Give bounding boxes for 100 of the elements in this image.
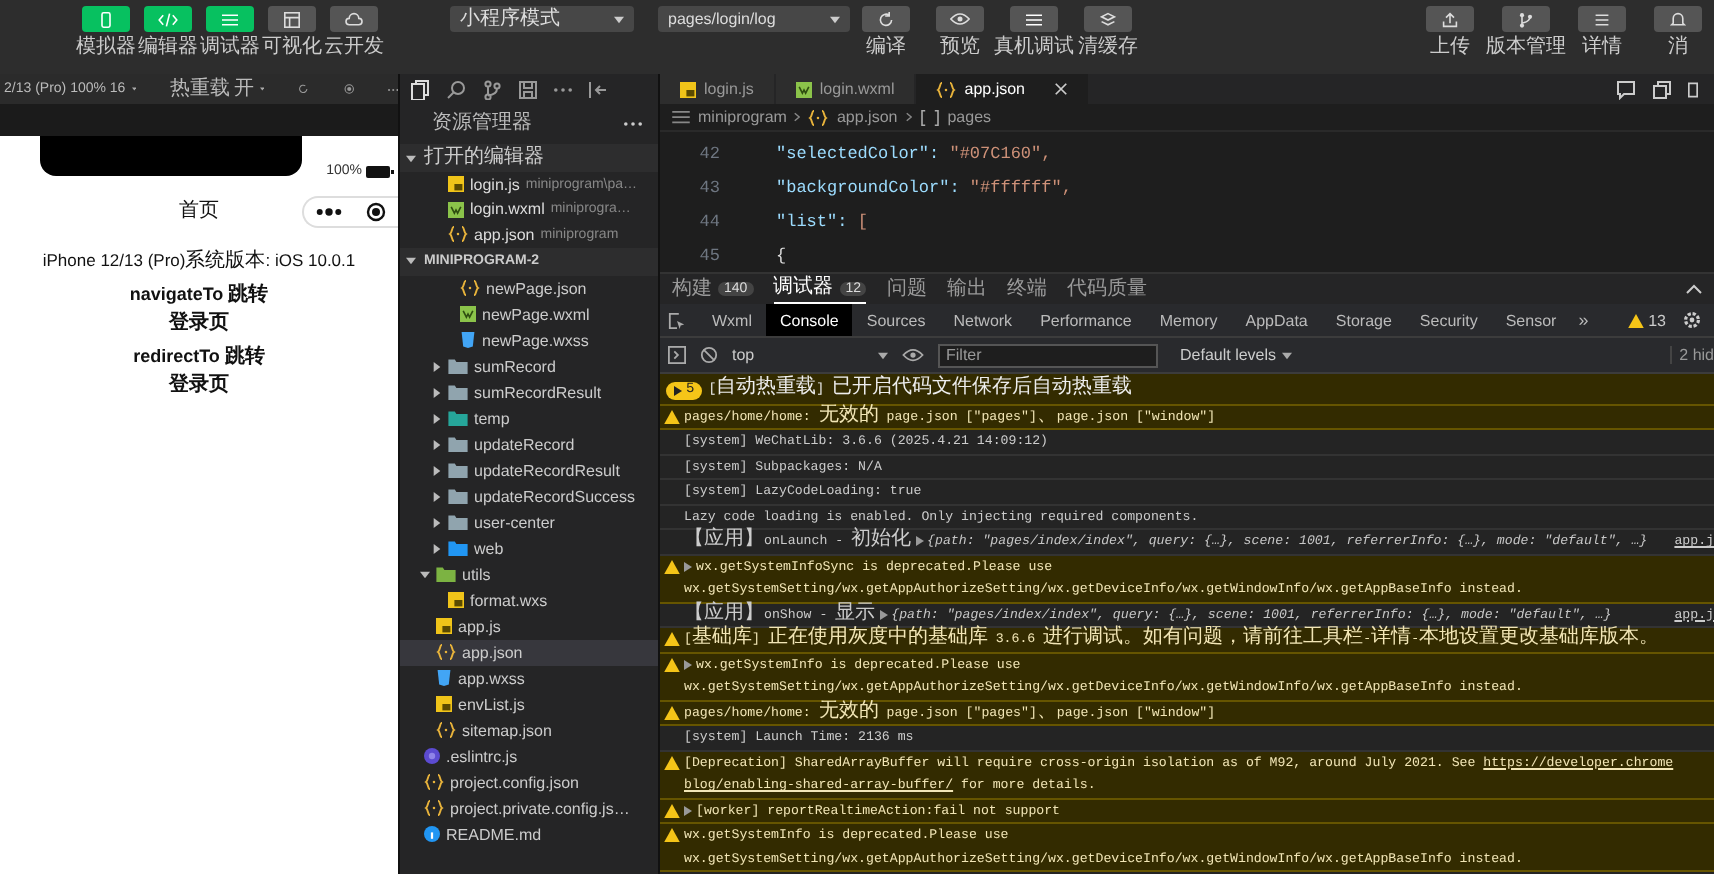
toolbar-button[interactable]: 云开发 [324, 6, 384, 58]
search-icon[interactable] [446, 79, 466, 99]
breadcrumb-item[interactable]: miniprogram [698, 108, 787, 126]
inspect-icon[interactable] [668, 311, 686, 329]
caret-icon[interactable] [432, 387, 442, 397]
devtools-tab[interactable]: AppData [1231, 304, 1322, 336]
file-tree-item[interactable]: app.js [400, 613, 658, 639]
caret-icon[interactable] [432, 361, 442, 371]
file-tree-item[interactable]: updateRecordSuccess [400, 483, 658, 509]
caret-icon[interactable] [420, 569, 430, 579]
expand-arrow-icon[interactable] [915, 536, 924, 547]
file-tree-item[interactable]: temp [400, 405, 658, 431]
caret-icon[interactable] [406, 256, 416, 266]
caret-icon[interactable] [432, 439, 442, 449]
file-name[interactable]: login.js [470, 175, 520, 194]
file-tree-item[interactable]: updateRecord [400, 431, 658, 457]
file-tree-item[interactable]: app.wxss [400, 665, 658, 691]
expand-arrow-icon[interactable] [684, 659, 692, 670]
toolbar-button[interactable]: 清缓存 [1072, 6, 1144, 58]
record-icon[interactable] [343, 80, 354, 98]
file-tree-item[interactable]: sumRecordResult [400, 379, 658, 405]
caret-icon[interactable] [432, 413, 442, 423]
panel-tab[interactable]: 终端 [1006, 274, 1047, 304]
devtools-tab[interactable]: Sources [852, 304, 940, 336]
toolbar-button[interactable]: 消 [1642, 6, 1714, 58]
clear-icon[interactable] [700, 346, 718, 364]
split-editor-icon[interactable] [1688, 79, 1698, 99]
file-tree-item[interactable]: user-center [400, 509, 658, 535]
file-tree-item[interactable]: README.md [400, 821, 658, 847]
toolbar-button[interactable]: 编译 [850, 6, 922, 58]
file-tree-item[interactable]: .eslintrc.js [400, 743, 658, 769]
toolbar-button[interactable]: 详情 [1566, 6, 1638, 58]
expand-arrow-icon[interactable] [684, 805, 692, 816]
devtools-tab[interactable]: Security [1405, 304, 1492, 336]
editor-tab[interactable]: login.wxml [775, 74, 917, 104]
eye-icon[interactable] [902, 348, 924, 362]
caret-icon[interactable] [432, 491, 442, 501]
settings-icon[interactable] [1682, 310, 1702, 330]
editor-tab[interactable]: login.js [660, 74, 776, 104]
file-name[interactable]: login.wxml [470, 200, 545, 219]
file-tree-item[interactable]: app.json [400, 639, 658, 665]
panel-tab[interactable]: 问题 [886, 274, 927, 304]
file-tree-item[interactable]: format.wxs [400, 587, 658, 613]
file-name[interactable]: app.json [474, 225, 535, 244]
caret-icon[interactable] [406, 153, 416, 163]
panel-tab[interactable]: 输出 [946, 274, 987, 304]
expand-arrow-icon[interactable] [879, 609, 888, 620]
file-tree-item[interactable]: newPage.wxss [400, 327, 658, 353]
refresh-icon[interactable] [298, 80, 310, 98]
toolbar-button[interactable]: 真机调试 [998, 6, 1070, 58]
breadcrumb-item[interactable]: app.json [836, 108, 898, 126]
breadcrumb-item[interactable]: pages [947, 108, 992, 126]
toolbar-button[interactable]: 上传 [1414, 6, 1486, 58]
list-icon[interactable] [672, 110, 690, 124]
caret-icon[interactable] [432, 465, 442, 475]
editor-tab[interactable]: app.json [916, 74, 1089, 104]
devtools-tab[interactable]: Sensor [1491, 304, 1571, 336]
file-tree-item[interactable]: utils [400, 561, 658, 587]
hot-reload-toggle[interactable]: 热重载 开 [170, 79, 254, 99]
capsule-menu[interactable] [302, 196, 398, 228]
sidebar-icon[interactable] [668, 346, 686, 364]
toolbar-button[interactable]: 预览 [924, 6, 996, 58]
filter-field[interactable]: Filter [938, 343, 1158, 367]
devtools-tab[interactable]: Performance [1026, 304, 1146, 336]
more-icon[interactable] [316, 208, 342, 216]
navigation-button[interactable]: navigateTo 跳转 登录页 [129, 284, 269, 334]
toolbar-button[interactable]: 调试器 [200, 6, 260, 58]
file-tree-item[interactable]: sitemap.json [400, 717, 658, 743]
save-icon[interactable] [518, 79, 538, 99]
devtools-tab[interactable]: Network [939, 304, 1027, 336]
file-tree-item[interactable]: project.config.json [400, 769, 658, 795]
section-header[interactable]: 打开的编辑器 [400, 144, 658, 172]
expand-arrow-icon[interactable] [684, 561, 692, 572]
toolbar-button[interactable]: 可视化 [262, 6, 322, 58]
file-tree-item[interactable]: project.private.config.js… [400, 795, 658, 821]
devtools-tab[interactable]: Storage [1321, 304, 1406, 336]
page-dropdown[interactable]: pages/login/log [658, 6, 850, 32]
devtools-tab[interactable]: Wxml [698, 304, 766, 336]
navigation-button[interactable]: redirectTo 跳转 登录页 [133, 346, 265, 396]
panel-tab[interactable]: 代码质量 [1066, 274, 1147, 304]
file-tree-item[interactable]: newPage.wxml [400, 301, 658, 327]
log-levels-dropdown[interactable]: Default levels [1180, 346, 1293, 364]
file-tree-item[interactable]: sumRecord [400, 353, 658, 379]
copy-icon[interactable] [1652, 79, 1672, 99]
file-tree-item[interactable]: newPage.json [400, 275, 658, 301]
files-icon[interactable] [410, 79, 430, 99]
caret-icon[interactable] [432, 543, 442, 553]
collapse-panel-icon[interactable] [588, 79, 608, 99]
context-dropdown[interactable]: top [732, 346, 888, 364]
more-tabs-button[interactable]: » [1570, 310, 1597, 330]
toolbar-button[interactable]: 模拟器 [76, 6, 136, 58]
comment-icon[interactable] [1616, 79, 1636, 99]
caret-icon[interactable] [432, 517, 442, 527]
chevron-up-icon[interactable] [1686, 284, 1702, 294]
warning-count[interactable]: 13 [1628, 311, 1666, 329]
file-tree-item[interactable]: updateRecordResult [400, 457, 658, 483]
file-tree-item[interactable]: web [400, 535, 658, 561]
devtools-tab[interactable]: Memory [1145, 304, 1232, 336]
branch-icon[interactable] [482, 79, 502, 99]
devtools-tab[interactable]: Console [766, 304, 853, 336]
